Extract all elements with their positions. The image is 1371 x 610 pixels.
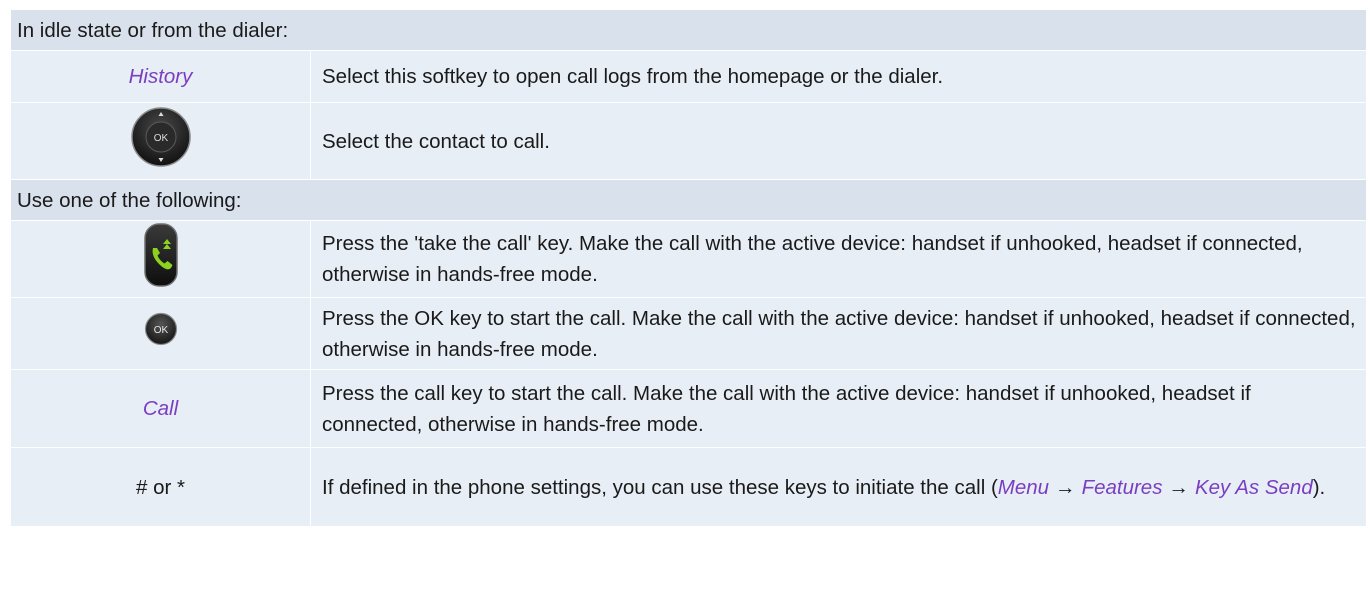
key-cell-take-call bbox=[10, 220, 311, 298]
section-idle-header: In idle state or from the dialer: bbox=[10, 9, 1367, 51]
call-softkey[interactable]: Call bbox=[143, 397, 178, 420]
menu-path-features: Features bbox=[1081, 475, 1163, 499]
description-call-softkey: Press the call key to start the call. Ma… bbox=[310, 369, 1367, 448]
section-idle-header-row: In idle state or from the dialer: bbox=[10, 9, 1367, 51]
hash-star-keys[interactable]: # or * bbox=[136, 476, 185, 499]
description-take-call: Press the 'take the call' key. Make the … bbox=[310, 220, 1367, 298]
row-call-softkey: Call Press the call key to start the cal… bbox=[10, 369, 1367, 448]
navigator-ok-icon[interactable]: OK bbox=[130, 106, 192, 177]
description-hash-star: If defined in the phone settings, you ca… bbox=[310, 447, 1367, 527]
key-cell-history: History bbox=[10, 50, 311, 103]
ok-key-icon[interactable]: OK bbox=[144, 312, 178, 355]
history-softkey[interactable]: History bbox=[129, 65, 193, 88]
instructions-table: In idle state or from the dialer: Histor… bbox=[10, 9, 1367, 527]
section-options-header: Use one of the following: bbox=[10, 179, 1367, 221]
key-cell-call: Call bbox=[10, 369, 311, 448]
menu-arrow-2: → bbox=[1168, 475, 1189, 499]
navigator-ok-label: OK bbox=[153, 133, 168, 144]
row-history: History Select this softkey to open call… bbox=[10, 50, 1367, 103]
key-cell-hash-star: # or * bbox=[10, 447, 311, 527]
key-cell-ok-key: OK bbox=[10, 297, 311, 370]
section-options-header-row: Use one of the following: bbox=[10, 179, 1367, 221]
description-history: Select this softkey to open call logs fr… bbox=[310, 50, 1367, 103]
row-take-call: Press the 'take the call' key. Make the … bbox=[10, 220, 1367, 298]
menu-path-menu: Menu bbox=[997, 475, 1050, 499]
menu-arrow-1: → bbox=[1055, 475, 1076, 499]
hash-star-prefix: If defined in the phone settings, you ca… bbox=[322, 475, 998, 499]
description-ok-key: Press the OK key to start the call. Make… bbox=[310, 297, 1367, 370]
row-hash-star: # or * If defined in the phone settings,… bbox=[10, 447, 1367, 527]
menu-path-key-as-send: Key As Send bbox=[1194, 475, 1313, 499]
row-ok-key: OK Press the OK key to start the call. M… bbox=[10, 297, 1367, 370]
take-call-key-icon[interactable] bbox=[143, 222, 179, 297]
description-navigator: Select the contact to call. bbox=[310, 102, 1367, 180]
ok-key-label: OK bbox=[153, 325, 168, 336]
hash-star-suffix: ). bbox=[1312, 475, 1326, 499]
key-cell-navigator: OK bbox=[10, 102, 311, 180]
row-navigator: OK Select the contact to call. bbox=[10, 102, 1367, 180]
